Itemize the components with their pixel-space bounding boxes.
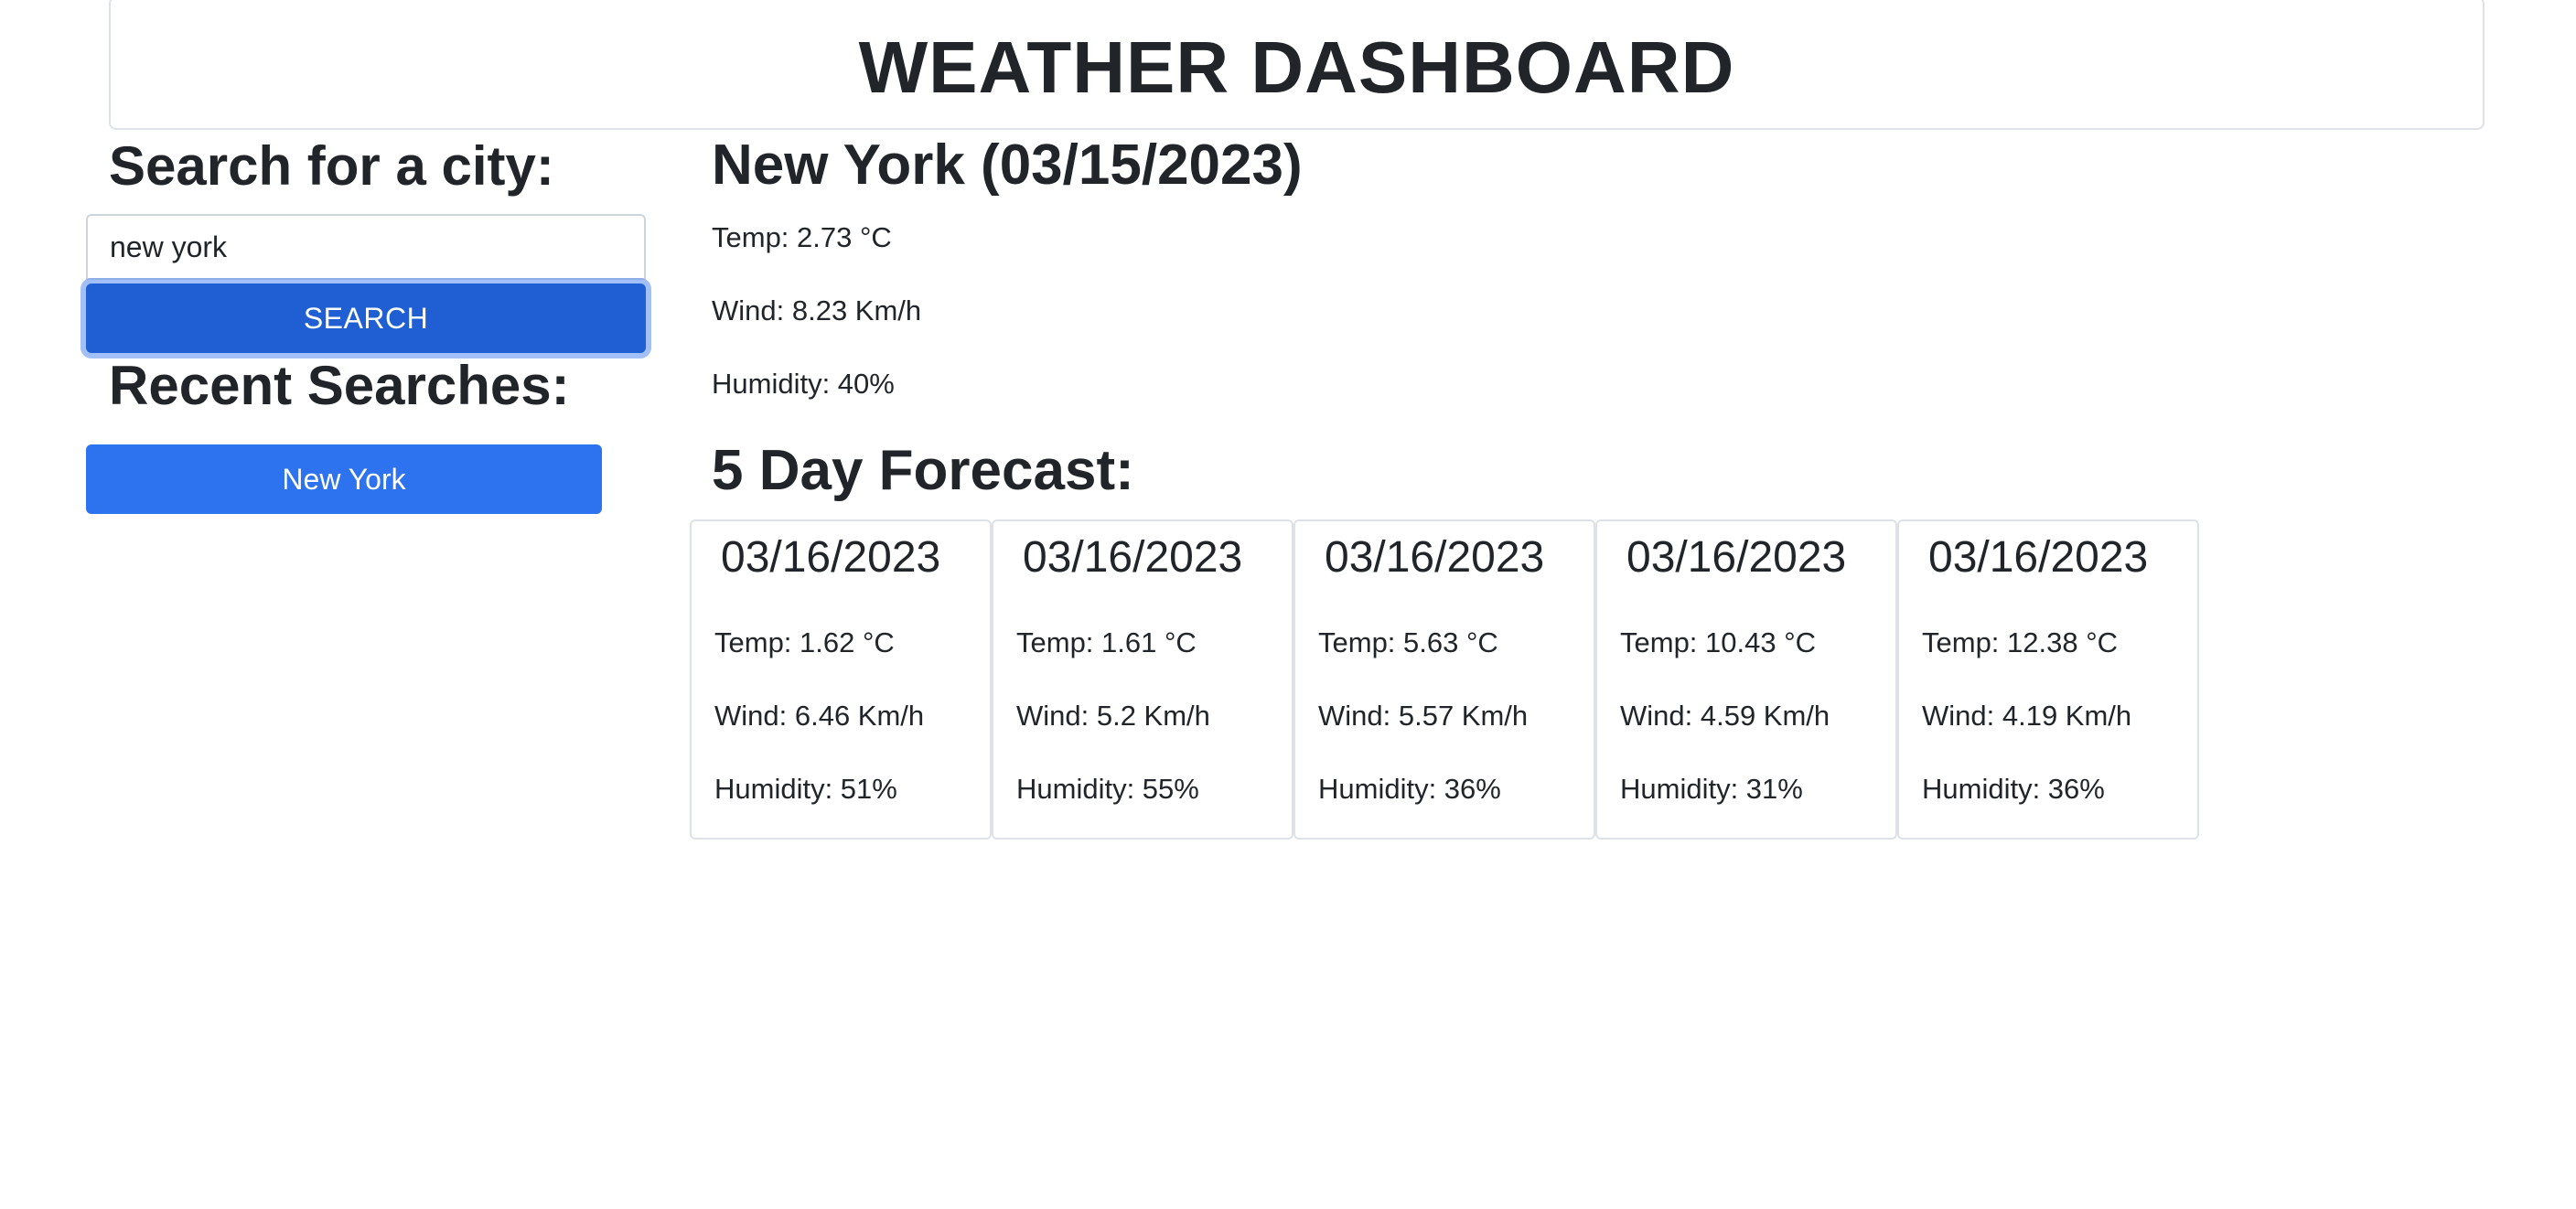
forecast-humidity: Humidity: 36% (1318, 773, 1501, 805)
forecast-wind: Wind: 4.59 Km/h (1620, 700, 1830, 732)
forecast-temp: Temp: 5.63 °C (1318, 626, 1498, 658)
recent-search-new-york-button[interactable]: New York (86, 444, 602, 514)
forecast-wind: Wind: 5.2 Km/h (1016, 700, 1210, 732)
city-search-input[interactable] (86, 214, 646, 280)
recent-searches-heading: Recent Searches: (109, 355, 570, 416)
search-button[interactable]: SEARCH (86, 284, 646, 353)
current-wind: Wind: 8.23 Km/h (712, 294, 922, 326)
forecast-wind: Wind: 4.19 Km/h (1922, 700, 2132, 732)
forecast-wind: Wind: 5.57 Km/h (1318, 700, 1529, 732)
forecast-temp: Temp: 1.62 °C (714, 626, 895, 658)
forecast-humidity: Humidity: 31% (1620, 773, 1803, 805)
forecast-card: 03/16/2023 Temp: 1.61 °C Wind: 5.2 Km/h … (992, 519, 1293, 840)
forecast-card: 03/16/2023 Temp: 10.43 °C Wind: 4.59 Km/… (1595, 519, 1897, 840)
page-title: WEATHER DASHBOARD (858, 27, 1735, 108)
forecast-humidity: Humidity: 51% (714, 773, 897, 805)
forecast-date: 03/16/2023 (1928, 533, 2149, 582)
forecast-date: 03/16/2023 (1023, 533, 1243, 582)
forecast-card: 03/16/2023 Temp: 5.63 °C Wind: 5.57 Km/h… (1293, 519, 1595, 840)
page-header: WEATHER DASHBOARD (109, 0, 2485, 130)
forecast-cards: 03/16/2023 Temp: 1.62 °C Wind: 6.46 Km/h… (690, 519, 2199, 840)
forecast-date: 03/16/2023 (721, 533, 941, 582)
forecast-title: 5 Day Forecast: (712, 439, 1134, 502)
search-heading: Search for a city: (109, 135, 554, 197)
forecast-humidity: Humidity: 36% (1922, 773, 2105, 805)
forecast-wind: Wind: 6.46 Km/h (714, 700, 925, 732)
forecast-temp: Temp: 10.43 °C (1620, 626, 1817, 658)
forecast-date: 03/16/2023 (1626, 533, 1847, 582)
forecast-date: 03/16/2023 (1325, 533, 1545, 582)
forecast-temp: Temp: 12.38 °C (1922, 626, 2119, 658)
current-humidity: Humidity: 40% (712, 368, 895, 400)
forecast-temp: Temp: 1.61 °C (1016, 626, 1197, 658)
current-weather-title: New York (03/15/2023) (712, 134, 1303, 197)
forecast-humidity: Humidity: 55% (1016, 773, 1199, 805)
current-temp: Temp: 2.73 °C (712, 221, 892, 253)
forecast-card: 03/16/2023 Temp: 1.62 °C Wind: 6.46 Km/h… (690, 519, 992, 840)
forecast-card: 03/16/2023 Temp: 12.38 °C Wind: 4.19 Km/… (1897, 519, 2199, 840)
